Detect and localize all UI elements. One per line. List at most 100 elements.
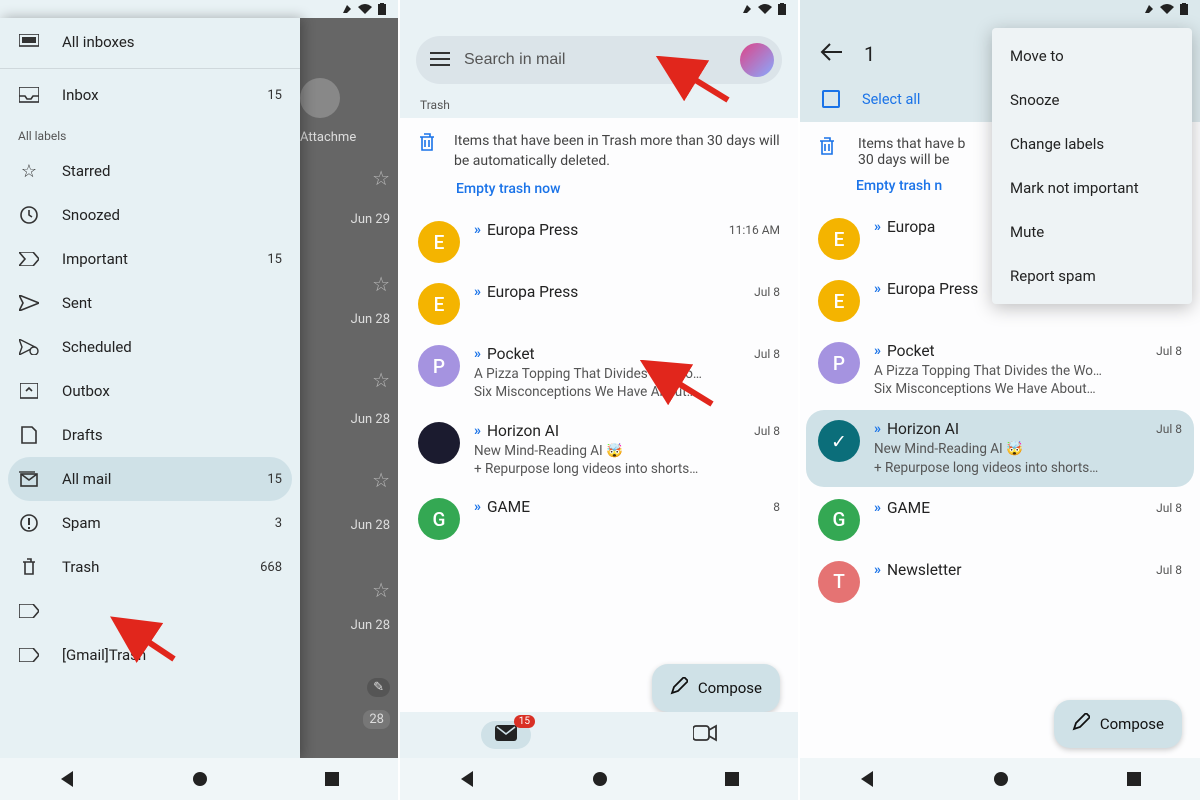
sender-avatar[interactable]: P [418, 345, 460, 387]
message-snippet: Six Misconceptions We Have About… [474, 383, 780, 401]
chevron-icon: » [874, 562, 881, 578]
menu-item-mark-not-important[interactable]: Mark not important [992, 166, 1192, 210]
message-row[interactable]: P»PocketJul 8A Pizza Topping That Divide… [400, 335, 798, 411]
message-time: Jul 8 [754, 424, 780, 438]
overflow-menu: Move toSnoozeChange labelsMark not impor… [992, 28, 1192, 304]
sender-avatar[interactable]: E [418, 283, 460, 325]
back-button[interactable] [459, 771, 475, 787]
drawer-starred[interactable]: ☆ Starred [0, 149, 300, 193]
drawer-inbox[interactable]: Inbox 15 [0, 71, 300, 119]
sender-name: Pocket [887, 342, 1150, 360]
menu-item-move-to[interactable]: Move to [992, 34, 1192, 78]
recents-button[interactable] [325, 772, 339, 786]
status-bar [800, 0, 1200, 18]
message-row[interactable]: E»Europa Press11:16 AM [400, 211, 798, 273]
trash-banner: Items that have been in Trash more than … [400, 118, 798, 179]
drawer-all-inboxes[interactable]: All inboxes [0, 18, 300, 66]
sender-name: Horizon AI [887, 420, 1150, 438]
star-icon[interactable]: ☆ [372, 578, 390, 602]
battery-icon [378, 3, 386, 15]
message-row[interactable]: E»Europa PressJul 8 [400, 273, 798, 335]
compose-button[interactable]: Compose [1054, 700, 1182, 748]
message-row[interactable]: P»PocketJul 8A Pizza Topping That Divide… [800, 332, 1200, 408]
bottom-tabs: 15 [400, 712, 798, 758]
stacked-inbox-icon [18, 34, 40, 50]
sender-avatar[interactable]: E [818, 280, 860, 322]
home-button[interactable] [592, 771, 608, 787]
chevron-icon: » [874, 343, 881, 359]
home-button[interactable] [192, 771, 208, 787]
trash-icon [818, 136, 840, 168]
checkbox-icon[interactable] [822, 90, 840, 108]
label-icon [18, 648, 40, 662]
back-arrow-icon[interactable] [820, 43, 842, 65]
drawer-trash[interactable]: Trash 668 [0, 545, 300, 589]
compose-button[interactable]: Compose [652, 664, 780, 712]
star-icon[interactable]: ☆ [372, 166, 390, 190]
drawer-label-blank[interactable] [0, 589, 300, 633]
menu-icon[interactable] [430, 51, 450, 70]
chevron-icon: » [474, 284, 481, 300]
edit-icon[interactable]: ✎ [367, 678, 390, 697]
message-row[interactable]: T » Newsletter Jul 8 [800, 551, 1200, 613]
message-snippet: + Repurpose long videos into shorts… [874, 459, 1182, 477]
star-icon[interactable]: ☆ [372, 368, 390, 392]
search-bar[interactable] [416, 36, 782, 84]
sender-avatar[interactable]: E [818, 218, 860, 260]
message-row[interactable]: ✓»Horizon AIJul 8New Mind-Reading AI 🤯+ … [806, 410, 1194, 486]
menu-item-mute[interactable]: Mute [992, 210, 1192, 254]
back-button[interactable] [859, 771, 875, 787]
back-button[interactable] [59, 771, 75, 787]
drawer-scheduled[interactable]: Scheduled [0, 325, 300, 369]
menu-item-snooze[interactable]: Snooze [992, 78, 1192, 122]
search-input[interactable] [464, 51, 726, 69]
drawer-spam[interactable]: Spam 3 [0, 501, 300, 545]
drawer-gmail-trash[interactable]: [Gmail]Trash [0, 633, 300, 677]
navigation-drawer: All inboxes Inbox 15 All labels ☆ Starre… [0, 18, 300, 758]
star-icon: ☆ [18, 161, 40, 182]
drawer-sent[interactable]: Sent [0, 281, 300, 325]
trash-icon [18, 558, 40, 576]
message-row[interactable]: »Horizon AIJul 8New Mind-Reading AI 🤯+ R… [400, 412, 798, 488]
star-icon[interactable]: ☆ [372, 272, 390, 296]
important-icon [18, 252, 40, 266]
message-time: 11:16 AM [729, 223, 780, 237]
message-row[interactable]: G»GAMEJul 8 [800, 489, 1200, 551]
drawer-outbox[interactable]: Outbox [0, 369, 300, 413]
home-button[interactable] [993, 771, 1009, 787]
all-mail-icon [18, 471, 40, 487]
menu-item-report-spam[interactable]: Report spam [992, 254, 1192, 298]
drawer-drafts[interactable]: Drafts [0, 413, 300, 457]
drawer-label: All inboxes [62, 33, 282, 51]
drafts-icon [18, 426, 40, 444]
system-navbar [400, 758, 798, 800]
drawer-important[interactable]: Important 15 [0, 237, 300, 281]
outbox-icon [18, 383, 40, 399]
sender-avatar[interactable]: T [818, 561, 860, 603]
sender-avatar[interactable]: G [818, 499, 860, 541]
message-time: Jul 8 [1156, 563, 1182, 577]
avatar[interactable] [300, 78, 340, 118]
meet-tab[interactable] [693, 724, 717, 746]
message-time: Jul 8 [754, 347, 780, 361]
sender-avatar[interactable] [418, 422, 460, 464]
message-row[interactable]: G»GAME8 [400, 488, 798, 550]
pencil-icon [670, 677, 688, 699]
drawer-snoozed[interactable]: Snoozed [0, 193, 300, 237]
recents-button[interactable] [1127, 772, 1141, 786]
sender-name: Newsletter [887, 561, 1150, 579]
trash-icon [418, 132, 436, 171]
recents-button[interactable] [725, 772, 739, 786]
star-icon[interactable]: ☆ [372, 468, 390, 492]
empty-trash-link[interactable]: Empty trash now [400, 179, 798, 211]
sender-avatar[interactable]: P [818, 342, 860, 384]
mail-tab[interactable]: 15 [481, 721, 531, 749]
sender-avatar[interactable]: E [418, 221, 460, 263]
menu-item-change-labels[interactable]: Change labels [992, 122, 1192, 166]
sender-avatar[interactable]: G [418, 498, 460, 540]
chevron-icon: » [474, 499, 481, 515]
section-header: All labels [0, 119, 300, 149]
sender-avatar[interactable]: ✓ [818, 420, 860, 462]
drawer-all-mail[interactable]: All mail 15 [8, 457, 292, 501]
profile-avatar[interactable] [740, 43, 774, 77]
